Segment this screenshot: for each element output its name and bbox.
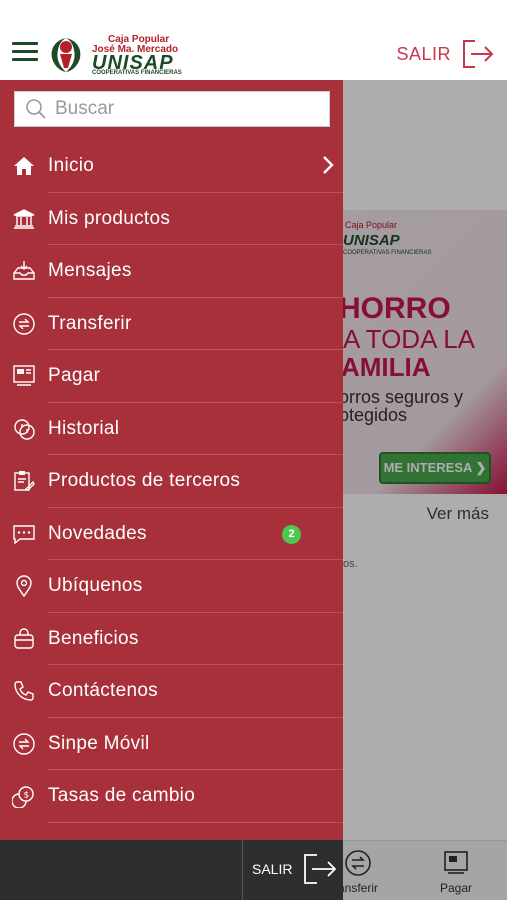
logo-text-line4: COOPERATIVAS FINANCIERAS: [92, 70, 182, 76]
logout-icon: [463, 40, 494, 68]
menu-item-label: Productos de terceros: [48, 470, 241, 492]
home-icon: [14, 157, 34, 176]
menu-item-transferir[interactable]: Transferir: [0, 298, 343, 351]
exchange-icon: $: [12, 786, 34, 809]
chat-icon: [13, 525, 35, 545]
menu-item-label: Mensajes: [48, 260, 132, 282]
menu-item-historial[interactable]: Historial: [0, 403, 343, 456]
inbox-icon: [13, 261, 35, 280]
top-logout-label: SALIR: [396, 43, 451, 64]
top-logout-button[interactable]: SALIR: [396, 38, 495, 70]
pay-icon: [13, 365, 35, 386]
menu-item-mis-productos[interactable]: Mis productos: [0, 193, 343, 246]
top-app-bar: Caja Popular José Ma. Mercado UNISAP COO…: [0, 0, 507, 80]
drawer-logout-label: SALIR: [252, 861, 293, 877]
logout-icon: [304, 854, 337, 884]
menu-item-beneficios[interactable]: Beneficios: [0, 613, 343, 666]
menu-item-pagar[interactable]: Pagar: [0, 350, 343, 403]
search-input[interactable]: [55, 98, 315, 120]
menu-item-ubiquenos[interactable]: Ubíquenos: [0, 560, 343, 613]
phone-icon: [14, 681, 34, 701]
hamburger-menu-icon[interactable]: [12, 42, 38, 62]
menu-item-label: Beneficios: [48, 627, 139, 649]
logo-mark-icon: [51, 38, 81, 72]
menu-item-label: Novedades: [48, 522, 147, 544]
drawer-footer: SALIR: [0, 840, 343, 900]
menu-item-label: Contáctenos: [48, 680, 158, 702]
search-box[interactable]: [14, 91, 330, 127]
menu-item-inicio[interactable]: Inicio: [0, 140, 343, 193]
menu-item-sinpe-movil[interactable]: Sinpe Móvil: [0, 718, 343, 771]
menu-item-label: Transferir: [48, 312, 132, 334]
bank-icon: [13, 208, 35, 229]
search-icon: [26, 99, 46, 119]
third-party-icon: [14, 471, 35, 492]
menu-item-productos-de-terceros[interactable]: Productos de terceros: [0, 455, 343, 508]
menu-item-label: Pagar: [48, 365, 101, 387]
notification-badge: 2: [282, 524, 301, 544]
menu-item-label: Tasas de cambio: [48, 785, 196, 807]
navigation-drawer: Inicio Mis productos Mensajes Transferir…: [0, 80, 343, 840]
menu-item-novedades[interactable]: Novedades 2: [0, 508, 343, 561]
location-icon: [16, 575, 32, 598]
chevron-right-icon: [323, 156, 334, 174]
bag-icon: [14, 628, 34, 649]
menu-item-contactenos[interactable]: Contáctenos: [0, 665, 343, 718]
drawer-menu: Inicio Mis productos Mensajes Transferir…: [0, 140, 343, 823]
footer-divider: [242, 840, 243, 900]
menu-item-mensajes[interactable]: Mensajes: [0, 245, 343, 298]
menu-item-label: Sinpe Móvil: [48, 732, 150, 754]
history-icon: [14, 419, 35, 440]
transfer-icon: [13, 313, 35, 335]
sinpe-icon: [13, 733, 35, 755]
unisap-logo: Caja Popular José Ma. Mercado UNISAP COO…: [46, 32, 186, 78]
drawer-logout-button[interactable]: SALIR: [252, 852, 338, 886]
svg-text:$: $: [24, 791, 30, 801]
menu-item-label: Inicio: [48, 155, 95, 177]
menu-item-label: Mis productos: [48, 207, 171, 229]
menu-item-label: Historial: [48, 417, 120, 439]
menu-item-label: Ubíquenos: [48, 575, 143, 597]
menu-item-tasas-de-cambio[interactable]: $ Tasas de cambio: [0, 770, 343, 823]
